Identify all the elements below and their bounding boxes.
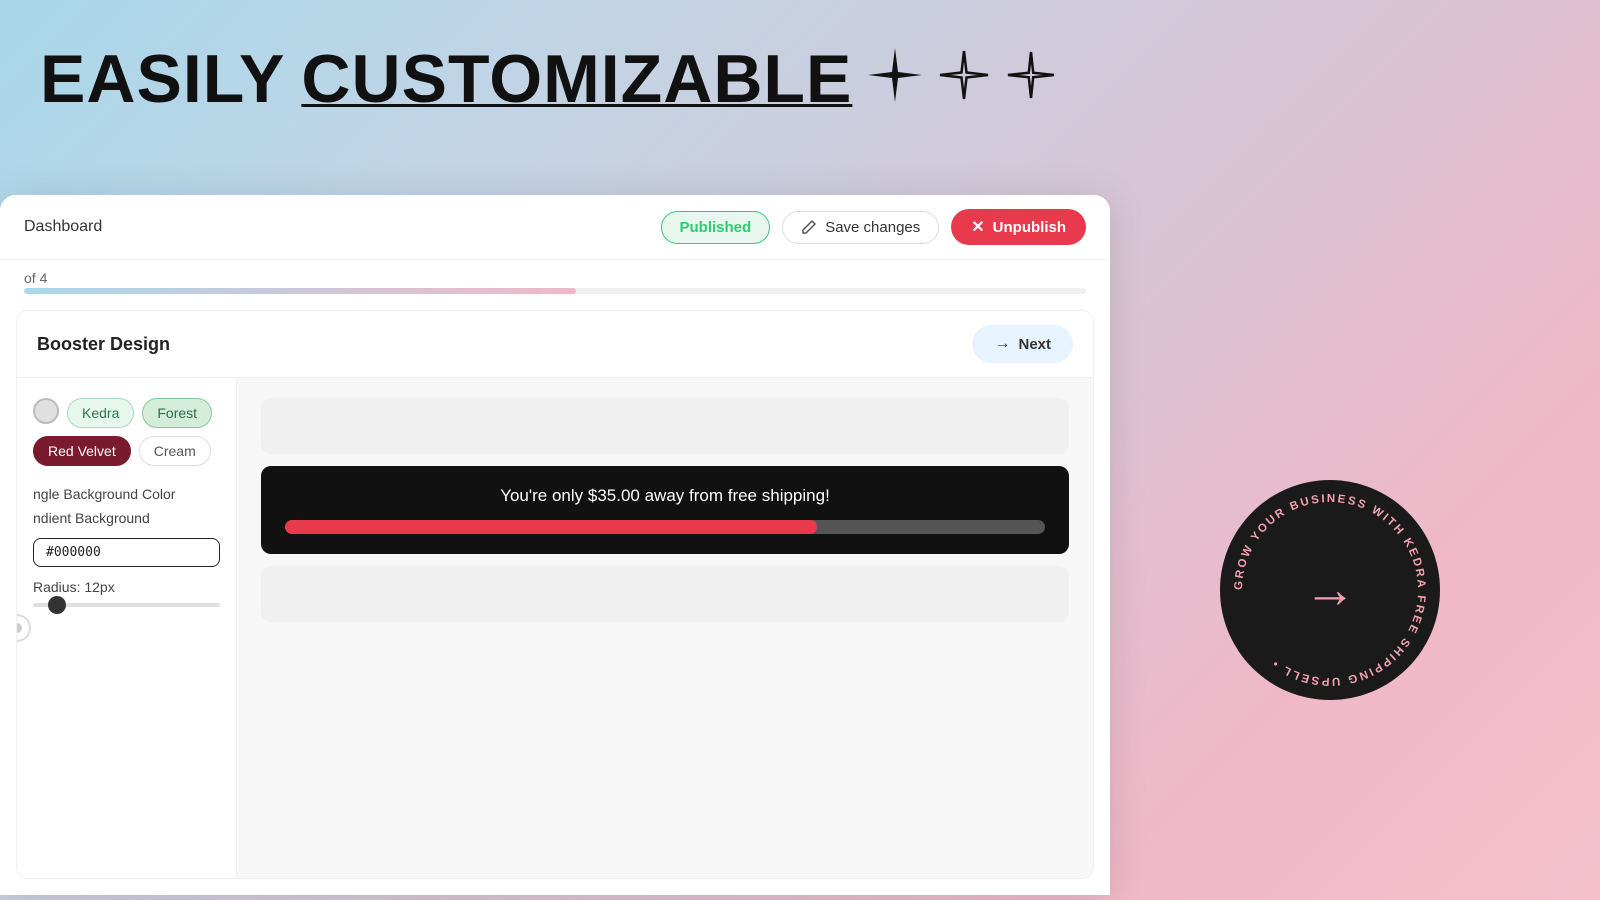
preview-empty-top <box>261 398 1069 454</box>
breadcrumb: Dashboard <box>24 218 102 236</box>
section-title: Booster Design <box>37 334 170 355</box>
section-header: Booster Design → Next <box>17 311 1093 378</box>
radius-label: Radius: 12px <box>33 579 220 595</box>
theme-chip-forest[interactable]: Forest <box>142 398 212 428</box>
circular-badge[interactable]: GROW YOUR BUSINESS WITH KEDRA FREE SHIPP… <box>1220 480 1440 700</box>
theme-chips: Kedra Forest Red Velvet Cream <box>33 398 220 466</box>
nav-dot[interactable] <box>16 614 31 642</box>
inner-card: Booster Design → Next Kedra <box>16 310 1094 879</box>
save-changes-button[interactable]: Save changes <box>782 211 939 244</box>
progress-section: of 4 <box>0 260 1110 294</box>
right-panel: You're only $35.00 away from free shippi… <box>237 378 1093 878</box>
progress-fill <box>24 288 576 294</box>
bg-color-label: ngle Background Color <box>33 486 220 502</box>
next-label: Next <box>1018 336 1051 353</box>
star-filled-icon <box>868 48 922 111</box>
top-bar: Dashboard Published Save changes ✕ Unpub… <box>0 195 1110 260</box>
next-button[interactable]: → Next <box>972 325 1073 363</box>
slider-thumb[interactable] <box>48 596 66 614</box>
heading-text-easily: EASILY <box>40 40 285 118</box>
edit-icon <box>801 219 817 235</box>
nav-dot-inner <box>16 623 22 633</box>
theme-chip-default[interactable] <box>33 398 59 424</box>
slider-track[interactable] <box>33 603 220 607</box>
theme-chip-redvelvet[interactable]: Red Velvet <box>33 436 131 466</box>
save-changes-label: Save changes <box>825 219 920 236</box>
gradient-label: ndient Background <box>33 510 220 526</box>
main-panel: Dashboard Published Save changes ✕ Unpub… <box>0 195 1110 895</box>
star-outline-icon <box>938 49 990 110</box>
banner-text: You're only $35.00 away from free shippi… <box>285 486 1045 506</box>
unpublish-button[interactable]: ✕ Unpublish <box>951 209 1086 245</box>
preview-banner: You're only $35.00 away from free shippi… <box>261 466 1069 554</box>
unpublish-x-icon: ✕ <box>971 217 984 237</box>
banner-progress-track <box>285 520 1045 534</box>
star-outline2-icon <box>1006 50 1056 109</box>
content-area: Kedra Forest Red Velvet Cream ngle Backg… <box>17 378 1093 878</box>
published-badge: Published <box>661 211 771 244</box>
next-arrow-icon: → <box>994 335 1010 353</box>
top-bar-actions: Published Save changes ✕ Unpublish <box>661 209 1087 245</box>
circle-arrow-icon: → <box>1304 560 1356 620</box>
theme-chip-cream[interactable]: Cream <box>139 436 211 466</box>
unpublish-label: Unpublish <box>993 219 1066 236</box>
theme-chip-kedra[interactable]: Kedra <box>67 398 134 428</box>
progress-track <box>24 288 1086 294</box>
preview-empty-bottom <box>261 566 1069 622</box>
circle-outer: GROW YOUR BUSINESS WITH KEDRA FREE SHIPP… <box>1220 480 1440 700</box>
step-label: of 4 <box>24 270 47 286</box>
left-panel: Kedra Forest Red Velvet Cream ngle Backg… <box>17 378 237 878</box>
hex-input[interactable] <box>33 538 220 567</box>
heading-text-customizable: CUSTOMIZABLE <box>301 40 852 118</box>
banner-progress-fill <box>285 520 817 534</box>
page-heading: EASILY CUSTOMIZABLE <box>40 40 1056 118</box>
